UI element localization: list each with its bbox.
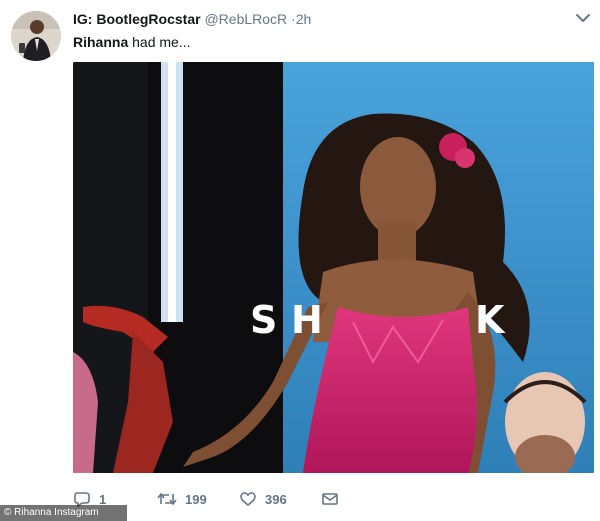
tweet-text: Rihanna had me... <box>73 34 191 50</box>
like-count: 396 <box>265 491 287 507</box>
tweet-header: IG: BootlegRocstar @RebLRocR ·2h <box>73 11 311 27</box>
direct-message-button[interactable] <box>321 489 339 509</box>
timestamp[interactable]: 2h <box>296 11 312 27</box>
stage-photo <box>73 62 594 473</box>
avatar-image <box>11 11 61 61</box>
tweet-text-body: had me... <box>128 34 191 50</box>
overlay-letter-k: K <box>475 298 506 342</box>
retweet-count: 199 <box>185 491 207 507</box>
envelope-icon <box>322 493 338 505</box>
photo-credit: © Rihanna Instagram <box>0 505 127 521</box>
retweet-button[interactable]: 199 <box>157 489 207 509</box>
tweet-media-image[interactable]: S H K <box>73 62 594 473</box>
chevron-down-icon[interactable] <box>575 12 591 24</box>
tweet-mention[interactable]: Rihanna <box>73 34 128 50</box>
tweet-card: IG: BootlegRocstar @RebLRocR ·2h Rihanna… <box>0 0 600 521</box>
user-handle[interactable]: @RebLRocR <box>204 11 287 27</box>
overlay-letter-s: S <box>250 298 279 342</box>
avatar[interactable] <box>11 11 61 61</box>
like-button[interactable]: 396 <box>239 489 287 509</box>
heart-icon <box>240 492 256 506</box>
overlay-letter-h: H <box>291 298 324 342</box>
display-name[interactable]: IG: BootlegRocstar <box>73 11 201 27</box>
retweet-icon <box>157 492 177 506</box>
